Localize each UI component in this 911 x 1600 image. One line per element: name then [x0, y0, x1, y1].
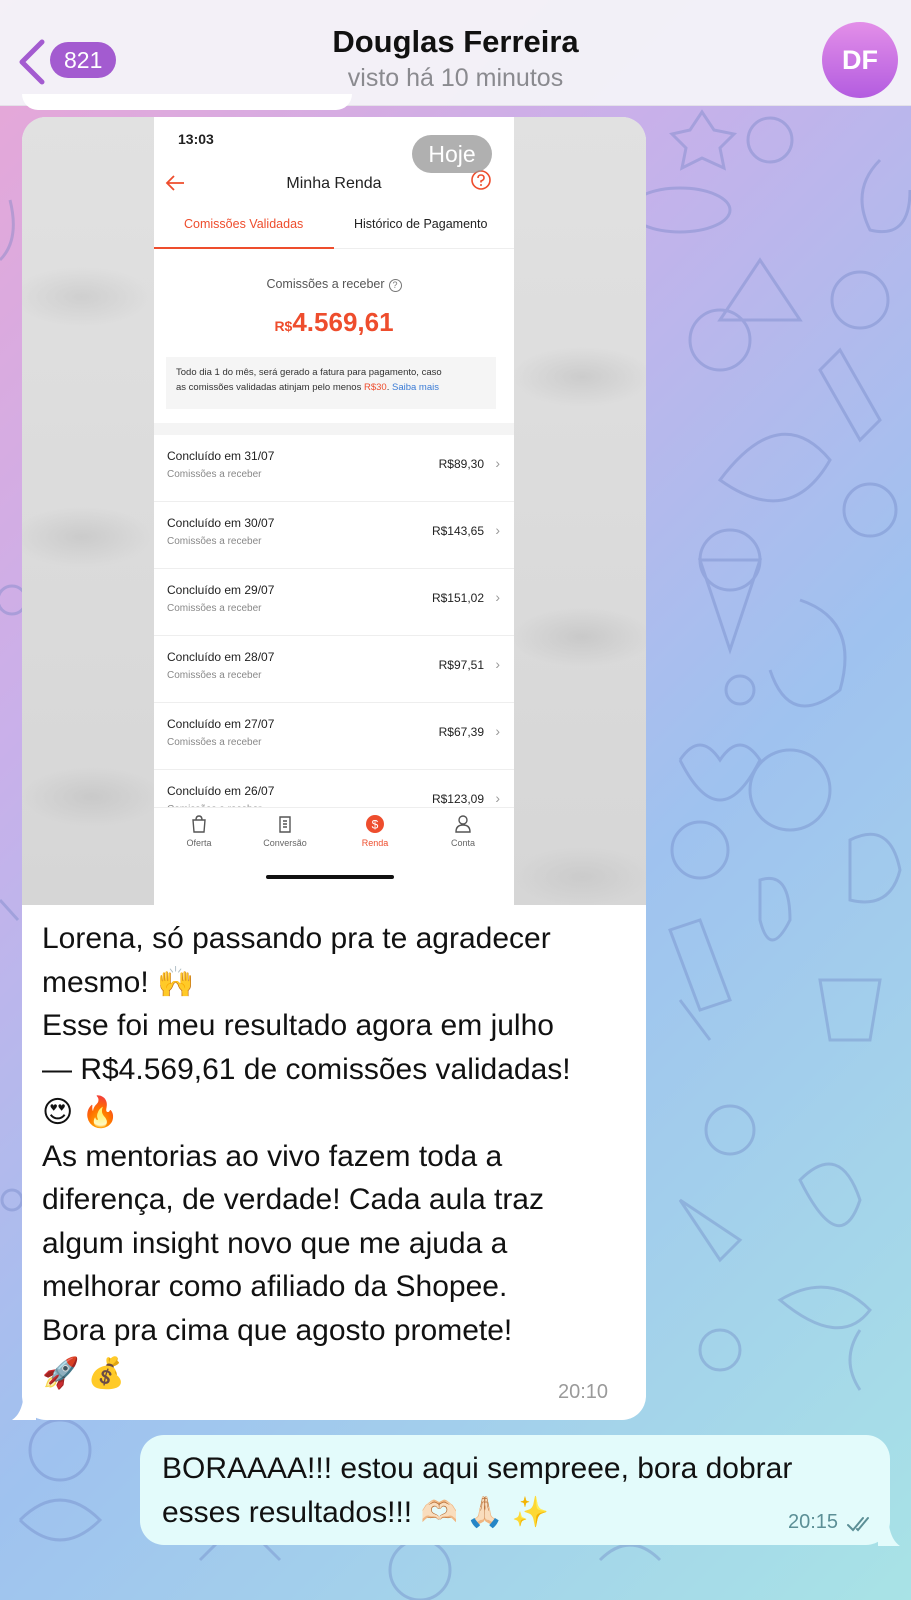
svg-text:$: $ [372, 818, 379, 832]
bubble-tail [878, 1512, 900, 1546]
person-icon [455, 815, 471, 833]
message-time: 20:15 [788, 1511, 839, 1533]
incoming-message-bubble[interactable]: 13:03 Minha Renda Comissões Validadas Hi… [22, 117, 646, 1420]
nav-conversao: Conversão [250, 814, 320, 848]
dollar-coin-icon: $ [366, 815, 384, 833]
tab-historico-pagamento: Histórico de Pagamento [354, 217, 488, 231]
question-icon: ? [388, 279, 402, 292]
shopping-bag-icon [192, 815, 206, 833]
chevron-right-icon: › [495, 723, 500, 739]
list-item: Concluído em 31/07 Comissões a receber R… [154, 435, 514, 502]
chevron-right-icon: › [495, 790, 500, 806]
nav-conta: Conta [428, 814, 498, 848]
previous-message-bubble [22, 94, 352, 110]
list-item: Concluído em 28/07 Comissões a receber R… [154, 636, 514, 703]
avatar[interactable]: DF [822, 22, 898, 98]
screen-title: Minha Renda [286, 175, 382, 192]
contact-name[interactable]: Douglas Ferreira [0, 24, 911, 60]
summary-amount: R$4.569,61 [274, 307, 394, 337]
last-seen-status: visto há 10 minutos [347, 64, 564, 92]
tab-comissoes-validadas: Comissões Validadas [184, 217, 304, 231]
message-text: BORAAAA!!! estou aqui sempreee, bora dob… [162, 1452, 793, 1529]
screenshot-minha-renda: 13:03 Minha Renda Comissões Validadas Hi… [154, 117, 514, 905]
list-item: Concluído em 27/07 Comissões a receber R… [154, 703, 514, 770]
nav-renda: $ Renda [340, 814, 410, 848]
chevron-right-icon: › [495, 656, 500, 672]
outgoing-message-bubble[interactable]: BORAAAA!!! estou aqui sempreee, bora dob… [140, 1435, 890, 1545]
double-check-icon [847, 1517, 869, 1532]
nav-oferta: Oferta [164, 814, 234, 848]
chevron-right-icon: › [495, 455, 500, 471]
date-chip: Hoje [412, 135, 492, 173]
status-bar-time: 13:03 [178, 131, 214, 147]
message-time: 20:10 [558, 1381, 609, 1403]
chevron-right-icon: › [495, 589, 500, 605]
chevron-right-icon: › [495, 522, 500, 538]
message-text: Lorena, só passando pra te agradecer mes… [42, 922, 571, 1390]
list-item: Concluído em 30/07 Comissões a receber R… [154, 502, 514, 569]
section-divider [154, 423, 514, 435]
active-tab-indicator [154, 247, 334, 249]
screenshot-tabs: Comissões Validadas Histórico de Pagamen… [154, 209, 514, 249]
chat-header: 821 Douglas Ferreira visto há 10 minutos… [0, 0, 911, 106]
info-note: Todo dia 1 do mês, será gerado a fatura … [166, 357, 496, 409]
summary-label: Comissões a receber? [154, 277, 514, 292]
home-indicator [266, 875, 394, 879]
message-photo[interactable]: 13:03 Minha Renda Comissões Validadas Hi… [22, 117, 646, 905]
clipboard-icon [279, 816, 291, 833]
screenshot-bottom-nav: Oferta Conversão $ Renda Conta [154, 807, 514, 867]
list-item: Concluído em 29/07 Comissões a receber R… [154, 569, 514, 636]
